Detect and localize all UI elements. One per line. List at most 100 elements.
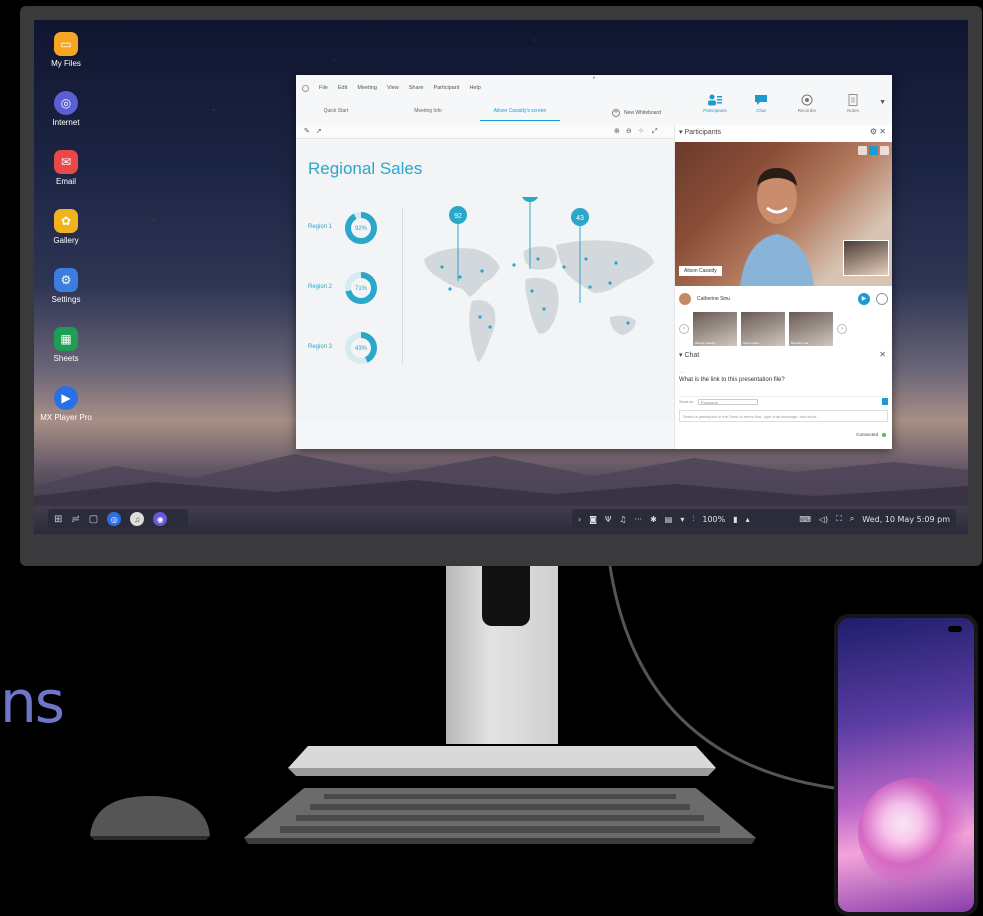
wifi-icon[interactable]: ▾ <box>680 515 684 524</box>
recorder-button[interactable]: Recorder <box>784 93 830 113</box>
participant-thumbnail[interactable]: Benjamin Ha <box>789 312 833 346</box>
desktop-icon-settings[interactable]: ⚙ Settings <box>34 268 98 304</box>
recent-apps-icon[interactable]: ≓ <box>71 514 79 525</box>
usb-icon[interactable]: Ψ <box>605 515 611 524</box>
fit-icon[interactable]: ✛ <box>638 127 644 135</box>
status-dot-icon <box>882 432 886 437</box>
menu-help[interactable]: Help <box>469 85 480 92</box>
battery-icon: ▮ <box>733 514 738 524</box>
home-icon[interactable]: ▢ <box>89 514 98 525</box>
menu-participant[interactable]: Participant <box>433 85 459 92</box>
volume-icon[interactable]: ◁) <box>819 515 828 524</box>
chevron-left-icon[interactable]: ‹ <box>679 324 689 334</box>
participant-thumbnail[interactable]: Wendy Cassidy <box>693 312 737 346</box>
chat-panel-header[interactable]: ▾ Chat <box>679 351 699 363</box>
music-taskbar-icon[interactable]: ♫ <box>130 512 145 526</box>
wallpaper-swirl <box>858 778 968 888</box>
menu-view[interactable]: View <box>387 85 399 92</box>
bluetooth-icon[interactable]: ✱ <box>650 515 657 524</box>
monitor-stand-slot <box>482 566 530 626</box>
speaker-row: Catherine Sinu ▶ <box>679 291 888 307</box>
participant-thumbnails: ‹ Wendy Cassidy Steve Fuller Benjamin Ha… <box>679 311 888 347</box>
chevron-right-icon[interactable]: › <box>578 515 581 524</box>
slide-title: Regional Sales <box>308 159 423 178</box>
close-icon[interactable]: ✕ <box>879 350 886 359</box>
connection-status: Connected <box>856 432 886 437</box>
pointer-icon[interactable]: ➚ <box>316 127 322 135</box>
chat-message: What is the link to this presentation fi… <box>679 377 785 383</box>
zoom-in-icon[interactable]: ⊕ <box>614 127 620 135</box>
internet-icon: ◎ <box>54 91 78 115</box>
screenshot-icon[interactable]: ⛶ <box>836 514 842 524</box>
more-icon[interactable]: ··· <box>634 515 642 524</box>
keyboard <box>244 788 756 844</box>
desktop-icon-label: Gallery <box>53 236 79 245</box>
region-percent: 71% <box>355 286 368 292</box>
menu-meeting[interactable]: Meeting <box>357 85 377 92</box>
chat-input[interactable]: Select a participant in the Send to menu… <box>679 410 888 422</box>
bookmark-icon[interactable] <box>882 398 888 405</box>
desktop-icon-email[interactable]: ✉ Email <box>34 150 98 186</box>
app-grid-icon[interactable]: ⊞ <box>54 514 62 525</box>
notes-label: Notes <box>847 108 859 113</box>
camera-icon[interactable]: ◙ <box>589 515 597 524</box>
active-speaker-video: Alison Cassidy <box>675 142 892 286</box>
play-icon: ▶ <box>54 386 78 410</box>
new-whiteboard-button[interactable]: + New Whiteboard <box>612 109 661 117</box>
speaker-name: Catherine Sinu <box>697 296 731 302</box>
nfc-icon[interactable]: ▤ <box>665 515 673 524</box>
mute-icon[interactable] <box>876 293 888 305</box>
recorder-label: Recorder <box>797 108 817 113</box>
galaxy-taskbar-icon[interactable]: ◉ <box>153 512 168 526</box>
expand-icon[interactable]: ⤢ <box>652 127 658 136</box>
region-percent: 92% <box>355 226 368 232</box>
tab-shared-screen[interactable]: Alison Cassidy's screen <box>480 101 560 121</box>
region-label: Region 1 <box>308 224 333 230</box>
desktop-icon-sheets[interactable]: ▦ Sheets <box>34 327 98 363</box>
participants-panel-header[interactable]: ▾ Participants <box>679 128 721 140</box>
desktop-icon-my-files[interactable]: ▭ My Files <box>34 32 98 68</box>
participants-button[interactable]: Participants <box>692 93 738 113</box>
play-icon[interactable]: ▶ <box>858 293 870 305</box>
annotation-toolbar: ✎ ➚ ⊕ ⊖ ✛ ⤢ <box>296 125 676 139</box>
menu-file[interactable]: File <box>319 85 328 92</box>
music-note-icon[interactable]: ♫ <box>619 515 626 524</box>
close-icon[interactable]: ⚙ ✕ <box>870 127 886 136</box>
send-to-select[interactable]: Everyone <box>697 398 758 405</box>
settings-icon: ⚙ <box>54 268 78 292</box>
tab-quick-start[interactable]: Quick Start <box>296 101 376 121</box>
region-label: Region 2 <box>308 284 333 290</box>
keyboard-icon[interactable]: ⌨ <box>799 515 811 524</box>
smartphone <box>834 614 978 916</box>
desktop-icon-mx-player[interactable]: ▶ MX Player Pro <box>34 386 98 422</box>
record-icon <box>800 93 814 106</box>
chevron-right-icon[interactable]: › <box>837 324 847 334</box>
search-icon[interactable]: ⌕ <box>850 514 854 524</box>
participant-thumbnail[interactable]: Steve Fuller <box>741 312 785 346</box>
video-layout-controls[interactable] <box>858 146 889 155</box>
participants-header-label: Participants <box>684 129 722 136</box>
notes-button[interactable]: Notes <box>830 93 876 113</box>
clock[interactable]: Wed, 10 May 5:09 pm <box>862 515 950 524</box>
pen-icon[interactable]: ✎ <box>304 127 310 135</box>
signal-icon[interactable]: ⫶ <box>692 514 694 524</box>
zoom-out-icon[interactable]: ⊖ <box>626 127 632 135</box>
new-whiteboard-label: New Whiteboard <box>624 110 661 116</box>
system-tray: › ◙ Ψ ♫ ··· ✱ ▤ ▾ ⫶ 100% ▮ ▴ ⌨ ◁) ⛶ ⌕ We… <box>572 509 956 529</box>
chevron-down-icon[interactable]: ▼ <box>879 99 886 106</box>
chat-button[interactable]: Chat <box>738 93 784 113</box>
tab-meeting-info[interactable]: Meeting Info <box>388 101 468 121</box>
battery-status[interactable]: 100% <box>702 515 725 524</box>
desktop-icon-internet[interactable]: ◎ Internet <box>34 91 98 127</box>
region-label: Region 3 <box>308 344 333 350</box>
caret-up-icon[interactable]: ▴ <box>746 515 750 524</box>
desktop-icon-gallery[interactable]: ✿ Gallery <box>34 209 98 245</box>
slide-divider <box>402 207 403 365</box>
desktop-icon-label: Email <box>55 177 76 186</box>
menu-edit[interactable]: Edit <box>338 85 347 92</box>
taskbar: ⊞ ≓ ▢ ◎ ♫ ◉ › ◙ Ψ ♫ ··· ✱ ▤ ▾ ⫶ 100% ▮ ▴ <box>34 504 968 534</box>
meeting-app-window: ● File Edit Meeting View Share Participa… <box>296 75 892 449</box>
menu-share[interactable]: Share <box>409 85 424 92</box>
internet-taskbar-icon[interactable]: ◎ <box>107 512 122 526</box>
self-view-video[interactable] <box>843 240 889 276</box>
